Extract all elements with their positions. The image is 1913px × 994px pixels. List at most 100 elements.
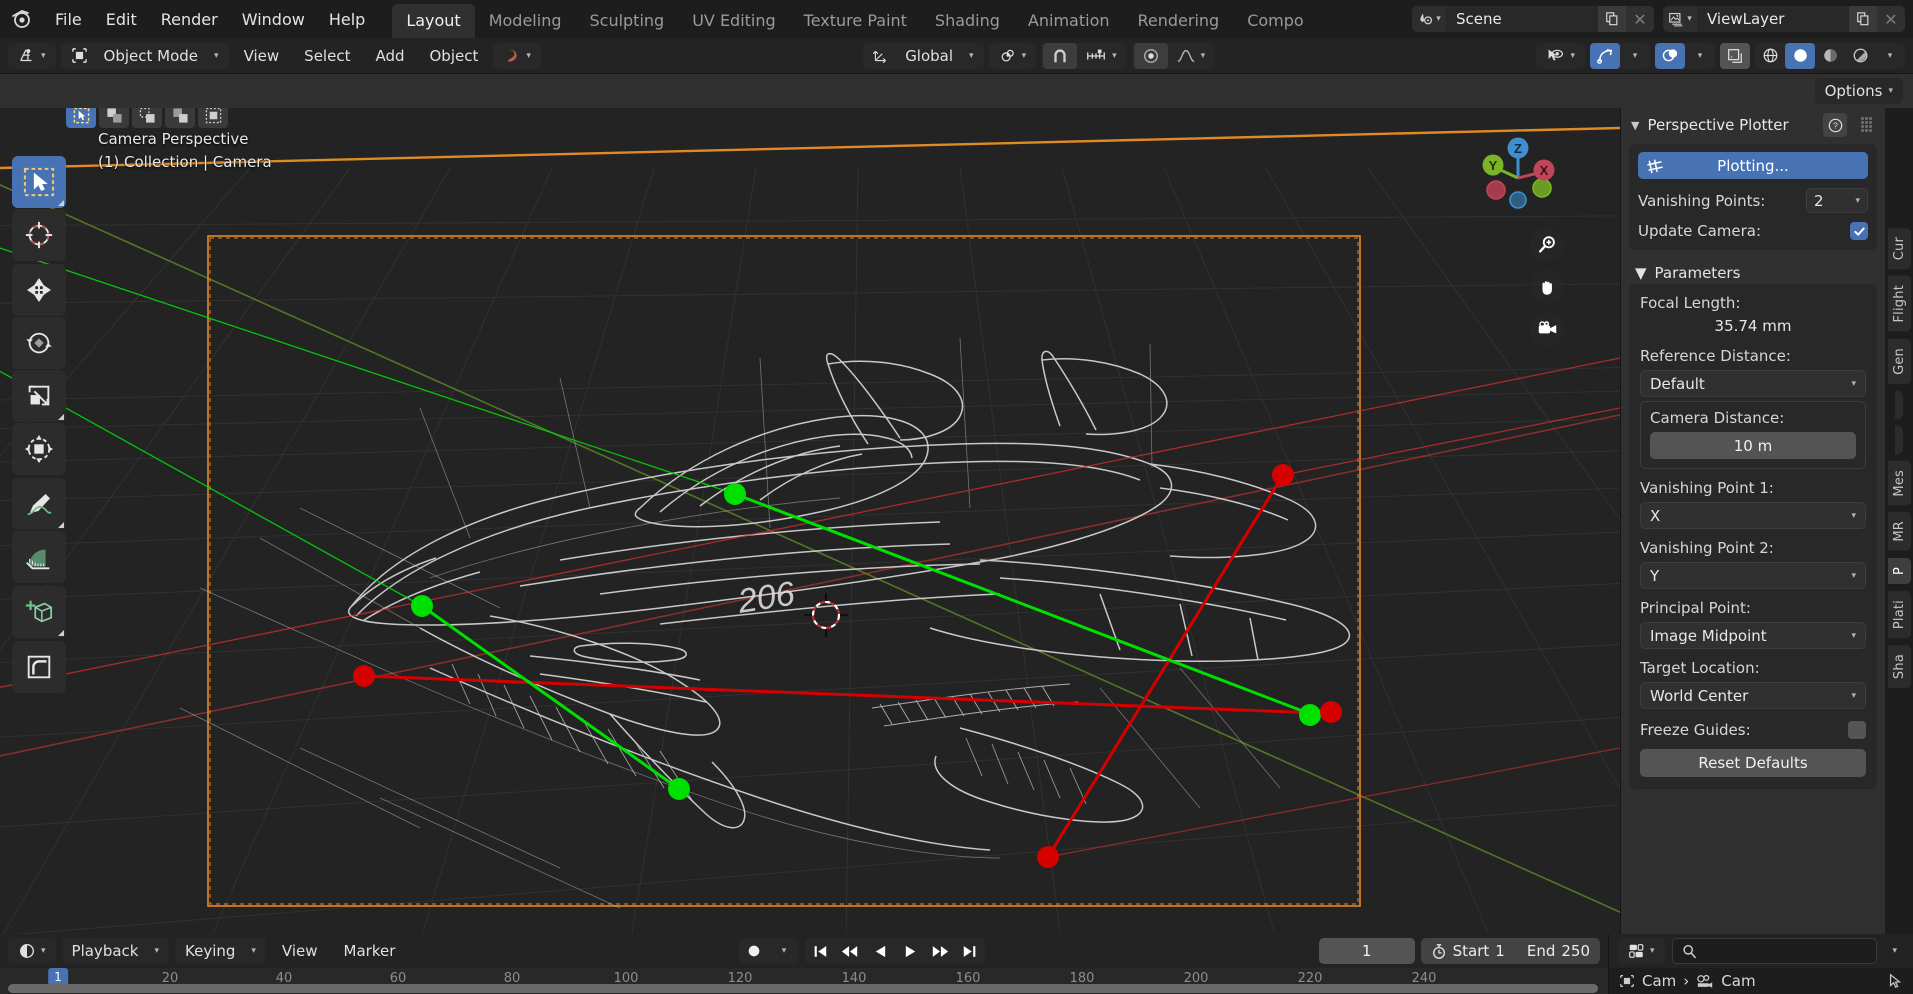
outliner-display-mode-icon[interactable]: ▾ bbox=[1619, 938, 1663, 964]
xray-group[interactable] bbox=[1720, 42, 1750, 69]
3d-viewport[interactable]: 206 Camera Perspective (1) Collection | … bbox=[0, 108, 1620, 934]
playback-chevron-down-icon[interactable]: ▾ bbox=[146, 938, 167, 964]
current-frame-input[interactable]: 1 bbox=[1318, 938, 1415, 964]
reference-distance-select[interactable]: Default ▾ bbox=[1640, 370, 1866, 397]
sidebar-tab-blank-1[interactable] bbox=[1895, 390, 1903, 419]
target-location-select[interactable]: World Center ▾ bbox=[1640, 682, 1866, 709]
select-intersect-icon[interactable] bbox=[198, 108, 228, 128]
new-viewlayer-icon[interactable] bbox=[1849, 6, 1877, 32]
move-tool[interactable] bbox=[12, 264, 66, 316]
viewport-menu-object[interactable]: Object bbox=[420, 44, 489, 68]
tab-sculpting[interactable]: Sculpting bbox=[575, 4, 678, 38]
sidebar-tab-mes[interactable]: Mes bbox=[1887, 460, 1911, 506]
menu-render[interactable]: Render bbox=[150, 6, 229, 33]
auto-keying-icon[interactable] bbox=[739, 938, 769, 964]
auto-keying-chevron-down-icon[interactable]: ▾ bbox=[769, 938, 799, 964]
scene-icon[interactable]: ▾ bbox=[1412, 6, 1446, 32]
principal-point-select[interactable]: Image Midpoint ▾ bbox=[1640, 622, 1866, 649]
keying-chevron-down-icon[interactable]: ▾ bbox=[243, 938, 264, 964]
filter-chevron-icon[interactable]: ▾ bbox=[1884, 938, 1905, 964]
shading-chevron-down-icon[interactable]: ▾ bbox=[1875, 43, 1905, 69]
overlays-icon[interactable] bbox=[1655, 42, 1685, 69]
timeline-editor-icon[interactable]: ▾ bbox=[10, 938, 54, 964]
camera-view-icon[interactable] bbox=[1530, 312, 1564, 346]
scene-datablock[interactable]: ▾ Scene ✕ bbox=[1412, 6, 1654, 32]
viewport-menu-view[interactable]: View bbox=[234, 44, 290, 68]
camera-distance-input[interactable]: 10 m bbox=[1650, 432, 1856, 459]
shading-material-icon[interactable] bbox=[1815, 43, 1845, 69]
grip-dots-icon[interactable] bbox=[1861, 117, 1875, 133]
timeline-editor-type[interactable]: ▾ bbox=[8, 938, 56, 964]
prev-keyframe-button[interactable] bbox=[835, 938, 865, 964]
transform-orientation-selector[interactable]: Global ▾ bbox=[862, 42, 984, 69]
navigation-gizmo[interactable]: Z Y X bbox=[1472, 128, 1564, 220]
frame-range-group[interactable]: Start 1 End 250 bbox=[1420, 938, 1600, 964]
viewlayer-name[interactable]: ViewLayer bbox=[1697, 10, 1849, 28]
viewlayer-icon[interactable]: ▾ bbox=[1663, 6, 1697, 32]
plotting-button[interactable]: Plotting... bbox=[1638, 152, 1868, 179]
outliner-row[interactable]: Cam › Cam bbox=[1609, 968, 1913, 994]
measure-tool[interactable] bbox=[12, 531, 66, 583]
vanishing-point-1-select[interactable]: X ▾ bbox=[1640, 502, 1866, 529]
timeline-menu-view[interactable]: View bbox=[272, 939, 328, 963]
shading-modes-group[interactable]: ▾ bbox=[1755, 42, 1905, 69]
remove-viewlayer-icon[interactable]: ✕ bbox=[1877, 6, 1905, 32]
object-shading-icon[interactable]: ▾ bbox=[495, 43, 539, 69]
annotate-tool[interactable] bbox=[12, 478, 66, 530]
freeze-guides-checkbox[interactable] bbox=[1848, 721, 1866, 739]
sidebar-tab-plati[interactable]: Plati bbox=[1887, 590, 1911, 639]
snap-magnet-icon[interactable] bbox=[1043, 42, 1078, 69]
panel-header[interactable]: ▼ Perspective Plotter ? bbox=[1621, 108, 1885, 142]
proportional-edit-icon[interactable] bbox=[1133, 42, 1168, 69]
new-datablock-icon[interactable] bbox=[1598, 6, 1626, 32]
pivot-point-selector[interactable]: ▾ bbox=[988, 42, 1037, 69]
next-keyframe-button[interactable] bbox=[925, 938, 955, 964]
object-mode-chevron-down-icon[interactable]: ▾ bbox=[206, 43, 227, 69]
tab-uv-editing[interactable]: UV Editing bbox=[678, 4, 789, 38]
bevel-tool[interactable] bbox=[12, 641, 66, 693]
play-reverse-button[interactable] bbox=[865, 938, 895, 964]
unlink-icon[interactable]: ✕ bbox=[1626, 6, 1654, 32]
gizmo-icon[interactable] bbox=[1590, 42, 1620, 69]
menu-window[interactable]: Window bbox=[231, 6, 316, 33]
sidebar-tab-gen[interactable]: Gen bbox=[1887, 338, 1911, 384]
end-frame-value[interactable]: 250 bbox=[1561, 942, 1590, 960]
zoom-nav-icon[interactable] bbox=[1530, 228, 1564, 262]
orientation-chevron-down-icon[interactable]: ▾ bbox=[961, 43, 982, 69]
proportional-editing-group[interactable]: ▾ bbox=[1131, 42, 1216, 69]
timeline-menu-marker[interactable]: Marker bbox=[334, 939, 406, 963]
tab-shading[interactable]: Shading bbox=[921, 4, 1014, 38]
visibility-selector-icon[interactable]: ▾ bbox=[1538, 43, 1583, 69]
cursor-select-icon[interactable] bbox=[1887, 973, 1903, 989]
shading-rendered-icon[interactable] bbox=[1845, 43, 1875, 69]
reset-defaults-button[interactable]: Reset Defaults bbox=[1640, 749, 1866, 777]
select-subtract-icon[interactable] bbox=[132, 108, 162, 128]
editor-type-3dview-icon[interactable]: ▾ bbox=[10, 43, 54, 69]
transport-controls[interactable] bbox=[805, 938, 986, 964]
tab-layout[interactable]: Layout bbox=[392, 4, 475, 38]
keying-menu[interactable]: Keying ▾ bbox=[175, 938, 266, 964]
scale-tool[interactable] bbox=[12, 370, 66, 422]
start-frame-value[interactable]: 1 bbox=[1495, 942, 1505, 960]
sidebar-tab-cur[interactable]: Cur bbox=[1887, 228, 1911, 270]
timeline-scrollbar[interactable] bbox=[8, 984, 1598, 993]
sidebar-tab-p[interactable]: P bbox=[1887, 557, 1911, 584]
gizmo-group[interactable]: ▾ bbox=[1590, 42, 1650, 69]
options-button[interactable]: Options ▾ bbox=[1814, 78, 1903, 104]
parameters-section-header[interactable]: ▼ Parameters bbox=[1621, 258, 1885, 284]
viewlayer-datablock[interactable]: ▾ ViewLayer ✕ bbox=[1663, 6, 1905, 32]
overlays-chevron-down-icon[interactable]: ▾ bbox=[1685, 43, 1715, 69]
jump-to-end-button[interactable] bbox=[955, 938, 985, 964]
sidebar-tab-sha[interactable]: Sha bbox=[1887, 645, 1911, 689]
keying-label[interactable]: Keying bbox=[177, 938, 243, 964]
tab-compositing[interactable]: Compo bbox=[1233, 4, 1318, 38]
select-invert-icon[interactable] bbox=[165, 108, 195, 128]
play-button[interactable] bbox=[895, 938, 925, 964]
pivot-point-icon[interactable]: ▾ bbox=[991, 43, 1035, 69]
sidebar-tab-mr[interactable]: MR bbox=[1887, 512, 1911, 551]
object-mode-icon[interactable] bbox=[63, 43, 96, 69]
rotate-tool[interactable] bbox=[12, 317, 66, 369]
add-cube-tool[interactable] bbox=[12, 586, 66, 638]
playback-menu[interactable]: Playback ▾ bbox=[61, 938, 169, 964]
timeline-ruler[interactable]: 1 20 40 60 80 100 120 140 160 180 200 22… bbox=[0, 968, 1608, 994]
